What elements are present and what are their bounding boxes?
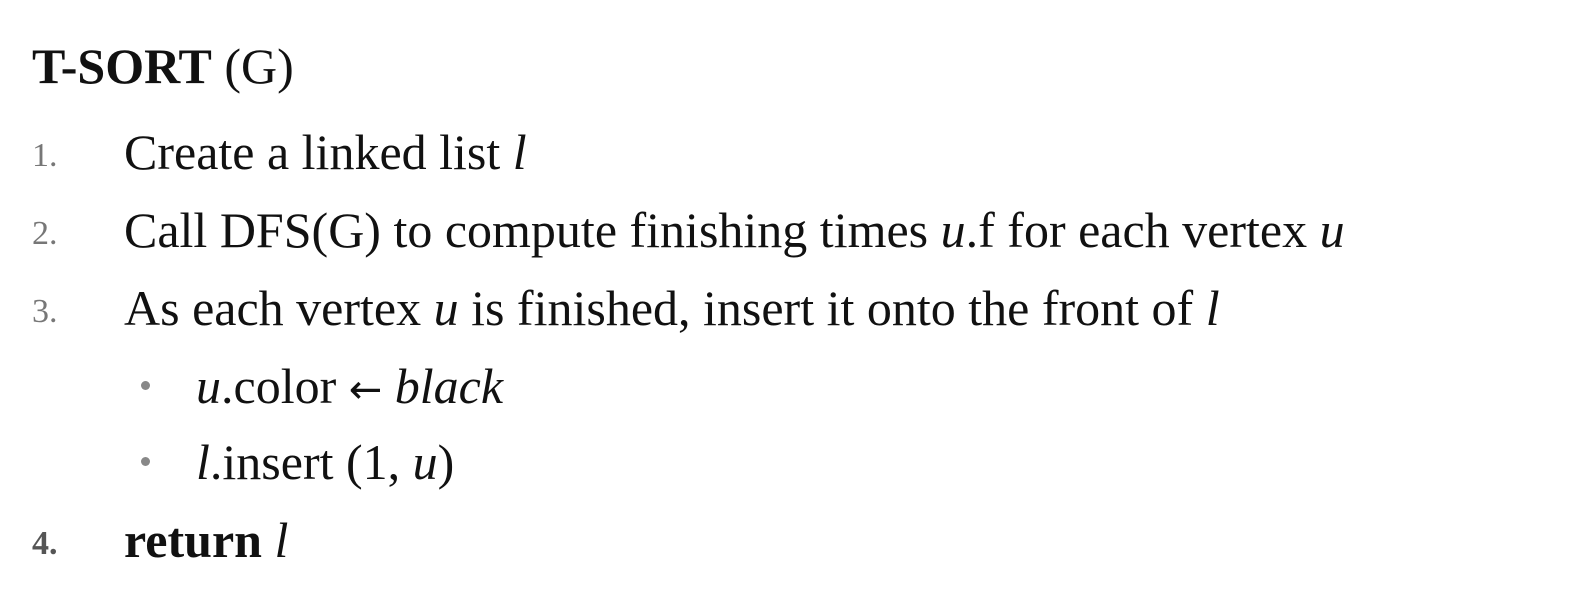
bullet-icon bbox=[141, 381, 150, 390]
bullet-icon bbox=[141, 457, 150, 466]
keyword: return bbox=[124, 512, 262, 568]
step-4: 4. return l bbox=[0, 508, 1576, 572]
step-3: 3. As each vertex u is finished, insert … bbox=[0, 276, 1576, 340]
step-text: Create a linked list l bbox=[124, 124, 527, 180]
variable: l bbox=[274, 512, 289, 568]
substep-text: l.insert (1, u) bbox=[196, 434, 455, 490]
step-text: Call DFS(G) to compute finishing times u… bbox=[124, 202, 1345, 258]
variable: u bbox=[433, 280, 459, 336]
argument: u bbox=[412, 434, 438, 490]
substep-2: l.insert (1, u) bbox=[0, 430, 1576, 494]
variable: u bbox=[940, 202, 966, 258]
substep-1: u.color ← black bbox=[0, 354, 1576, 418]
left-arrow-icon: ← bbox=[348, 367, 383, 413]
variable: u bbox=[196, 358, 221, 414]
step-number: 1. bbox=[32, 137, 58, 174]
algorithm-argument: (G) bbox=[224, 38, 294, 94]
variable: l bbox=[512, 124, 527, 180]
step-2: 2. Call DFS(G) to compute finishing time… bbox=[0, 198, 1576, 262]
value: black bbox=[394, 358, 504, 414]
step-text: As each vertex u is finished, insert it … bbox=[124, 280, 1220, 336]
variable: u bbox=[1319, 202, 1345, 258]
variable: l bbox=[1205, 280, 1220, 336]
substep-text: u.color ← black bbox=[196, 358, 504, 414]
algorithm-name: T-SORT bbox=[32, 38, 212, 94]
step-number: 3. bbox=[32, 293, 58, 330]
step-1: 1. Create a linked list l bbox=[0, 120, 1576, 184]
variable: l bbox=[196, 434, 210, 490]
algorithm-block: T-SORT (G) 1. Create a linked list l 2. … bbox=[0, 0, 1576, 594]
step-number: 4. bbox=[32, 525, 58, 562]
step-number: 2. bbox=[32, 215, 58, 252]
algorithm-title: T-SORT (G) bbox=[32, 34, 294, 98]
step-text: return l bbox=[124, 508, 288, 572]
